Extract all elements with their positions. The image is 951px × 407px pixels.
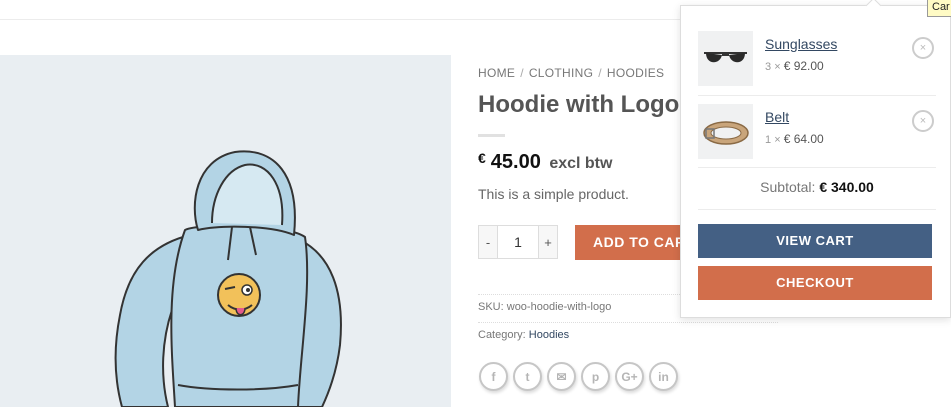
linkedin-icon[interactable]: in xyxy=(649,362,678,391)
belt-icon xyxy=(703,121,749,145)
quantity-input[interactable]: 1 xyxy=(498,226,538,258)
category-link[interactable]: Hoodies xyxy=(529,329,569,341)
sunglasses-icon xyxy=(704,52,747,63)
breadcrumb-separator: / xyxy=(520,66,524,80)
price-currency: € xyxy=(478,150,486,166)
quantity-decrease-button[interactable]: - xyxy=(479,226,498,258)
quantity-stepper: - 1 + xyxy=(478,225,558,259)
breadcrumb-home[interactable]: HOME xyxy=(478,66,515,80)
twitter-icon[interactable]: t xyxy=(513,362,542,391)
product-price: €45.00 excl btw xyxy=(478,150,612,174)
cart-item-qty: 3 xyxy=(765,61,772,73)
title-divider xyxy=(478,134,505,137)
share-icons: f t ✉ p G+ in xyxy=(479,362,678,391)
cart-item-qty: 1 xyxy=(765,134,772,146)
cart-item-thumbnail[interactable] xyxy=(698,31,753,86)
facebook-icon[interactable]: f xyxy=(479,362,508,391)
product-sku: SKU: woo-hoodie-with-logo xyxy=(478,301,611,313)
divider xyxy=(698,209,936,210)
email-icon[interactable]: ✉ xyxy=(547,362,576,391)
remove-item-button[interactable]: × xyxy=(912,110,934,132)
times-sign: × xyxy=(774,134,781,146)
breadcrumb-separator: / xyxy=(598,66,602,80)
quantity-increase-button[interactable]: + xyxy=(538,226,557,258)
remove-item-button[interactable]: × xyxy=(912,37,934,59)
product-category: Category: Hoodies xyxy=(478,329,569,341)
short-description: This is a simple product. xyxy=(478,186,629,202)
divider xyxy=(698,95,936,96)
divider xyxy=(698,167,936,168)
product-title: Hoodie with Logo xyxy=(478,91,680,118)
pinterest-icon[interactable]: p xyxy=(581,362,610,391)
times-sign: × xyxy=(774,61,781,73)
view-cart-button[interactable]: VIEW CART xyxy=(698,224,932,258)
mini-cart-dropdown: Sunglasses 3 × € 92.00 × Belt 1 × € 64.0… xyxy=(680,0,951,318)
checkout-button[interactable]: CHECKOUT xyxy=(698,266,932,300)
price-amount: 45.00 xyxy=(490,151,541,173)
cart-item-price: € 64.00 xyxy=(783,132,824,146)
cart-item-name[interactable]: Sunglasses xyxy=(765,36,837,52)
hoodie-illustration xyxy=(114,150,342,407)
cart-item-name[interactable]: Belt xyxy=(765,109,789,125)
sku-label: SKU: xyxy=(478,301,504,313)
product-image[interactable] xyxy=(0,55,451,407)
cart-tooltip: Car xyxy=(927,0,951,17)
price-suffix: excl btw xyxy=(549,155,613,172)
breadcrumb-hoodies[interactable]: HOODIES xyxy=(607,66,664,80)
breadcrumb-clothing[interactable]: CLOTHING xyxy=(529,66,593,80)
cart-item-price: € 92.00 xyxy=(783,59,824,73)
subtotal-value: € 340.00 xyxy=(819,179,874,195)
cart-item-quantity: 3 × € 92.00 xyxy=(765,59,824,73)
google-plus-icon[interactable]: G+ xyxy=(615,362,644,391)
cart-item-quantity: 1 × € 64.00 xyxy=(765,132,824,146)
divider xyxy=(478,322,778,323)
category-label: Category: xyxy=(478,329,526,341)
sku-value: woo-hoodie-with-logo xyxy=(506,301,612,313)
cart-subtotal: Subtotal: € 340.00 xyxy=(698,179,936,195)
cart-item-thumbnail[interactable] xyxy=(698,104,753,159)
subtotal-label: Subtotal: xyxy=(760,179,816,195)
breadcrumb: HOME / CLOTHING / HOODIES xyxy=(478,66,664,80)
